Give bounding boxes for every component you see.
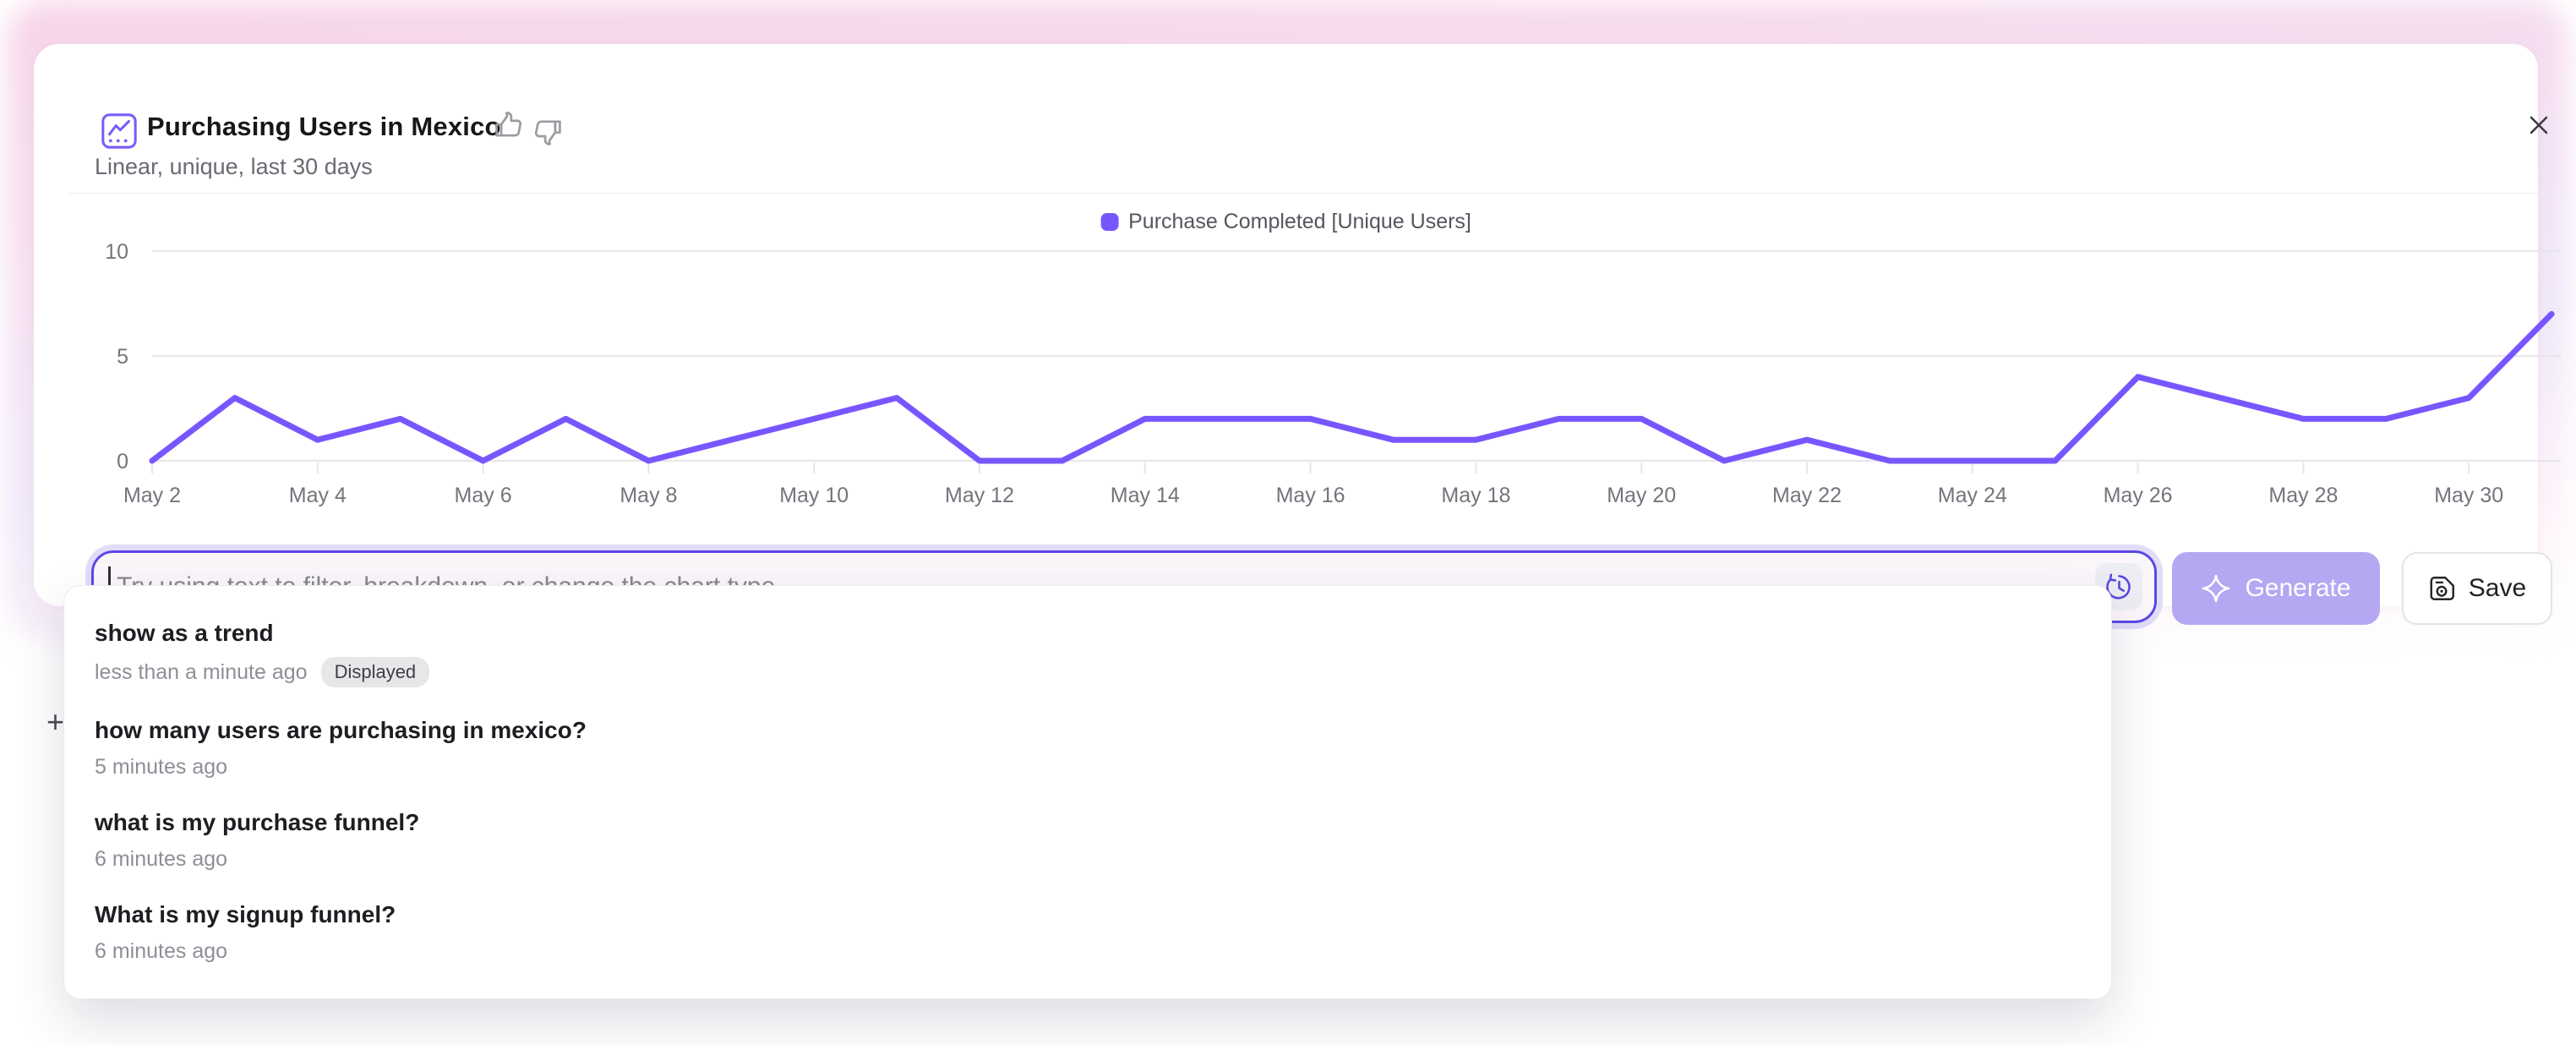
- history-item-meta: 6 minutes ago: [95, 938, 2081, 964]
- thumbs-down-icon[interactable]: [531, 113, 565, 147]
- generate-label: Generate: [2245, 574, 2350, 603]
- svg-text:5: 5: [117, 345, 128, 369]
- svg-text:May 20: May 20: [1607, 484, 1676, 507]
- page-title: Purchasing Users in Mexico: [147, 112, 501, 142]
- add-icon[interactable]: +: [46, 707, 64, 737]
- history-item[interactable]: what is my purchase funnel? 6 minutes ago: [64, 794, 2111, 886]
- line-chart-icon: [100, 112, 139, 150]
- chart-card: Purchasing Users in Mexico Linear, uniqu…: [34, 44, 2538, 606]
- close-icon: [2528, 114, 2550, 136]
- svg-text:10: 10: [105, 240, 128, 264]
- history-item-time: 6 minutes ago: [95, 846, 227, 872]
- svg-text:May 2: May 2: [123, 484, 181, 507]
- generate-button[interactable]: Generate: [2172, 552, 2380, 625]
- history-item-title: what is my purchase funnel?: [95, 808, 2081, 837]
- svg-text:0: 0: [117, 450, 128, 473]
- svg-text:May 4: May 4: [289, 484, 347, 507]
- save-button[interactable]: Save: [2402, 552, 2552, 625]
- thumbs-up-icon[interactable]: [492, 110, 526, 144]
- save-label: Save: [2469, 574, 2526, 603]
- trend-chart: 0 5 10 May 2 May 4 May 6 May 8 May 10 May 12 May …: [34, 196, 2576, 551]
- svg-text:May 16: May 16: [1276, 484, 1345, 507]
- history-item-meta: 5 minutes ago: [95, 754, 2081, 780]
- chart-subtitle: Linear, unique, last 30 days: [95, 154, 373, 180]
- svg-text:May 8: May 8: [619, 484, 677, 507]
- history-item-meta: less than a minute ago Displayed: [95, 657, 2081, 687]
- prompt-history-dropdown: show as a trend less than a minute ago Dis…: [63, 585, 2112, 999]
- svg-text:May 18: May 18: [1441, 484, 1510, 507]
- svg-text:May 22: May 22: [1772, 484, 1842, 507]
- history-item-title: show as a trend: [95, 619, 2081, 648]
- history-item-time: less than a minute ago: [95, 659, 308, 685]
- svg-text:May 24: May 24: [1938, 484, 2007, 507]
- history-item[interactable]: how many users are purchasing in mexico?…: [64, 702, 2111, 794]
- svg-text:May 6: May 6: [455, 484, 512, 507]
- header-divider: [68, 193, 2572, 194]
- svg-text:May 12: May 12: [945, 484, 1014, 507]
- svg-text:May 10: May 10: [779, 484, 849, 507]
- svg-text:May 26: May 26: [2104, 484, 2173, 507]
- sparkle-icon: [2201, 573, 2231, 604]
- history-item[interactable]: What is my signup funnel? 6 minutes ago: [64, 886, 2111, 978]
- svg-text:May 14: May 14: [1111, 484, 1180, 507]
- close-button[interactable]: [2520, 107, 2557, 144]
- history-item-title: What is my signup funnel?: [95, 900, 2081, 929]
- status-badge: Displayed: [321, 657, 430, 687]
- history-item-meta: 6 minutes ago: [95, 846, 2081, 872]
- svg-text:May 28: May 28: [2268, 484, 2338, 507]
- svg-text:May 30: May 30: [2434, 484, 2503, 507]
- history-item[interactable]: show as a trend less than a minute ago Dis…: [64, 605, 2111, 702]
- history-item-title: how many users are purchasing in mexico?: [95, 716, 2081, 745]
- history-item-time: 6 minutes ago: [95, 938, 227, 964]
- history-item-time: 5 minutes ago: [95, 754, 227, 780]
- save-floppy-icon: [2428, 574, 2457, 603]
